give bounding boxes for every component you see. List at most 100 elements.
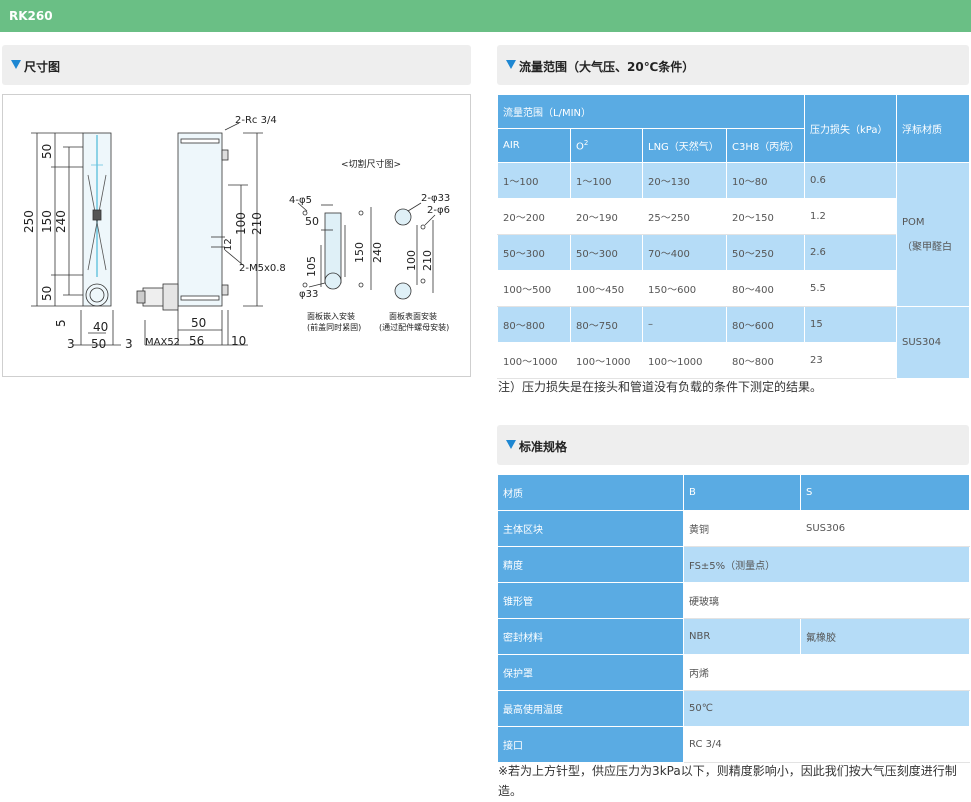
flow-note: 注）压力损失是在接头和管道没有负载的条件下测定的结果。	[498, 380, 823, 394]
section-header-dimension: 尺寸图	[2, 45, 471, 85]
col-o2-sup: 2	[583, 138, 589, 147]
dim-label: 56	[189, 334, 204, 348]
triangle-down-icon	[11, 60, 21, 69]
cut-diagram-title: <切割尺寸图>	[341, 158, 401, 170]
cell: 5.5	[804, 270, 897, 307]
spec-note: ※若为上方针型，供应压力为3kPa以下，则精度影响小，因此我们按大气压刻度进行制…	[498, 764, 957, 798]
dim-label: 10	[231, 334, 246, 348]
dim-label: MAX52	[145, 337, 180, 348]
cell: 23	[804, 342, 897, 379]
cell: 1～100	[497, 162, 571, 199]
material-pom-sub: （聚甲醛白	[902, 241, 952, 253]
spec-value-s: S	[800, 474, 970, 511]
table-row: 材质 B S	[497, 474, 970, 511]
cell: 1～100	[570, 162, 643, 199]
page-title: RK260	[9, 9, 53, 23]
cell: 20～130	[642, 162, 727, 199]
table-row: 锥形管 硬玻璃	[497, 582, 970, 619]
col-air: AIR	[497, 128, 571, 163]
spec-value: FS±5%（测量点）	[683, 546, 970, 583]
spec-value: 丙烯	[683, 654, 970, 691]
dim-label: 240	[54, 210, 68, 233]
material-pom: POM	[902, 216, 925, 228]
table-row: 精度 FS±5%（测量点）	[497, 546, 970, 583]
cell: 0.6	[804, 162, 897, 199]
cell: 100～450	[570, 270, 643, 307]
dim-label: 210	[421, 250, 434, 271]
table-row: 密封材料 NBR 氟橡胶	[497, 618, 970, 655]
cell: 100～1000	[642, 342, 727, 379]
section-header-spec: 标准规格	[497, 425, 969, 465]
table-row: 1～100 1～100 20～130 10～80 0.6 POM （聚甲醛白	[497, 162, 970, 307]
dim-label: 250	[22, 210, 36, 233]
dim-label: 3	[67, 337, 75, 351]
cell: 20～200	[497, 198, 571, 235]
caption: 面板表面安装	[389, 311, 437, 321]
material-sus-cell: SUS304	[896, 306, 970, 379]
cell: 15	[804, 306, 897, 343]
dim-label: φ33	[299, 289, 318, 300]
spec-label: 主体区块	[497, 510, 684, 547]
float-material-header: 浮标材质	[896, 94, 970, 163]
dim-label: 50	[91, 337, 106, 351]
dim-label: 2-φ6	[427, 205, 450, 216]
caption: 面板嵌入安装	[307, 311, 355, 321]
dim-label: 5	[54, 319, 68, 327]
dim-label: 50	[191, 316, 206, 330]
dim-label: 12	[223, 238, 234, 251]
dimension-diagram: 50 250 150 240 50 5 40 3 50 3 2-Rc 3/4 1…	[2, 94, 471, 377]
dim-label: 50	[40, 286, 54, 301]
cell: 80～750	[570, 306, 643, 343]
cell: 80～400	[726, 270, 805, 307]
flow-range-header: 流量范围（L/MIN）	[497, 94, 805, 129]
dim-label: 4-φ5	[289, 195, 312, 206]
col-o2-label: O	[576, 141, 584, 153]
dim-label: 50	[40, 144, 54, 159]
col-lng: LNG（天然气）	[642, 128, 727, 163]
col-o2: O2	[570, 128, 643, 163]
cell: 150～600	[642, 270, 727, 307]
dim-label: 2-φ33	[421, 193, 450, 204]
cell: 50～250	[726, 234, 805, 271]
dim-label: 210	[250, 212, 264, 235]
triangle-down-icon	[506, 440, 516, 449]
spec-value-b: NBR	[683, 618, 801, 655]
cell: 100～500	[497, 270, 571, 307]
dim-label: 150	[353, 242, 366, 263]
pressure-loss-header: 压力损失（kPa）	[804, 94, 897, 163]
cell: 100～1000	[497, 342, 571, 379]
cell: 20～190	[570, 198, 643, 235]
spec-value-s: SUS306	[800, 510, 970, 547]
cell: 80～800	[497, 306, 571, 343]
col-c3h8: C3H8（丙烷）	[726, 128, 805, 163]
flow-range-table: 流量范围（L/MIN） 压力损失（kPa） 浮标材质 AIR O2 LNG（天然…	[497, 94, 970, 379]
material-pom-cell: POM （聚甲醛白	[896, 162, 970, 307]
section-title-dimension: 尺寸图	[24, 60, 61, 74]
section-header-flow: 流量范围（大气压、20℃条件）	[497, 45, 969, 85]
dimension-drawing: 50 250 150 240 50 5 40 3 50 3 2-Rc 3/4 1…	[22, 115, 450, 351]
spec-label: 锥形管	[497, 582, 684, 619]
spec-label: 材质	[497, 474, 684, 511]
cell: 50～300	[570, 234, 643, 271]
table-row: 接口 RC 3/4	[497, 726, 970, 763]
spec-label: 密封材料	[497, 618, 684, 655]
spec-label: 接口	[497, 726, 684, 763]
dim-label: 105	[305, 256, 318, 277]
table-row: 80～800 80～750 – 80～600 15 SUS304	[497, 306, 970, 379]
section-title-spec: 标准规格	[519, 440, 568, 454]
cell: 50～300	[497, 234, 571, 271]
spec-table: 材质 B S 主体区块 黄铜 SUS306 精度 FS±5%（测量点） 锥形管 …	[497, 474, 970, 763]
dim-label: 240	[371, 242, 384, 263]
dim-label: 3	[125, 337, 133, 351]
spec-value-s: 氟橡胶	[800, 618, 970, 655]
spec-value-b: 黄铜	[683, 510, 801, 547]
cell: 20～150	[726, 198, 805, 235]
spec-value: 50℃	[683, 690, 970, 727]
cell: 70～400	[642, 234, 727, 271]
dim-label: 100	[405, 250, 418, 271]
table-row: 保护罩 丙烯	[497, 654, 970, 691]
dim-label: 2-Rc 3/4	[235, 115, 277, 126]
top-title-bar: RK260	[0, 0, 971, 32]
caption: (前盖同时紧固)	[307, 322, 361, 332]
spec-label: 最高使用温度	[497, 690, 684, 727]
